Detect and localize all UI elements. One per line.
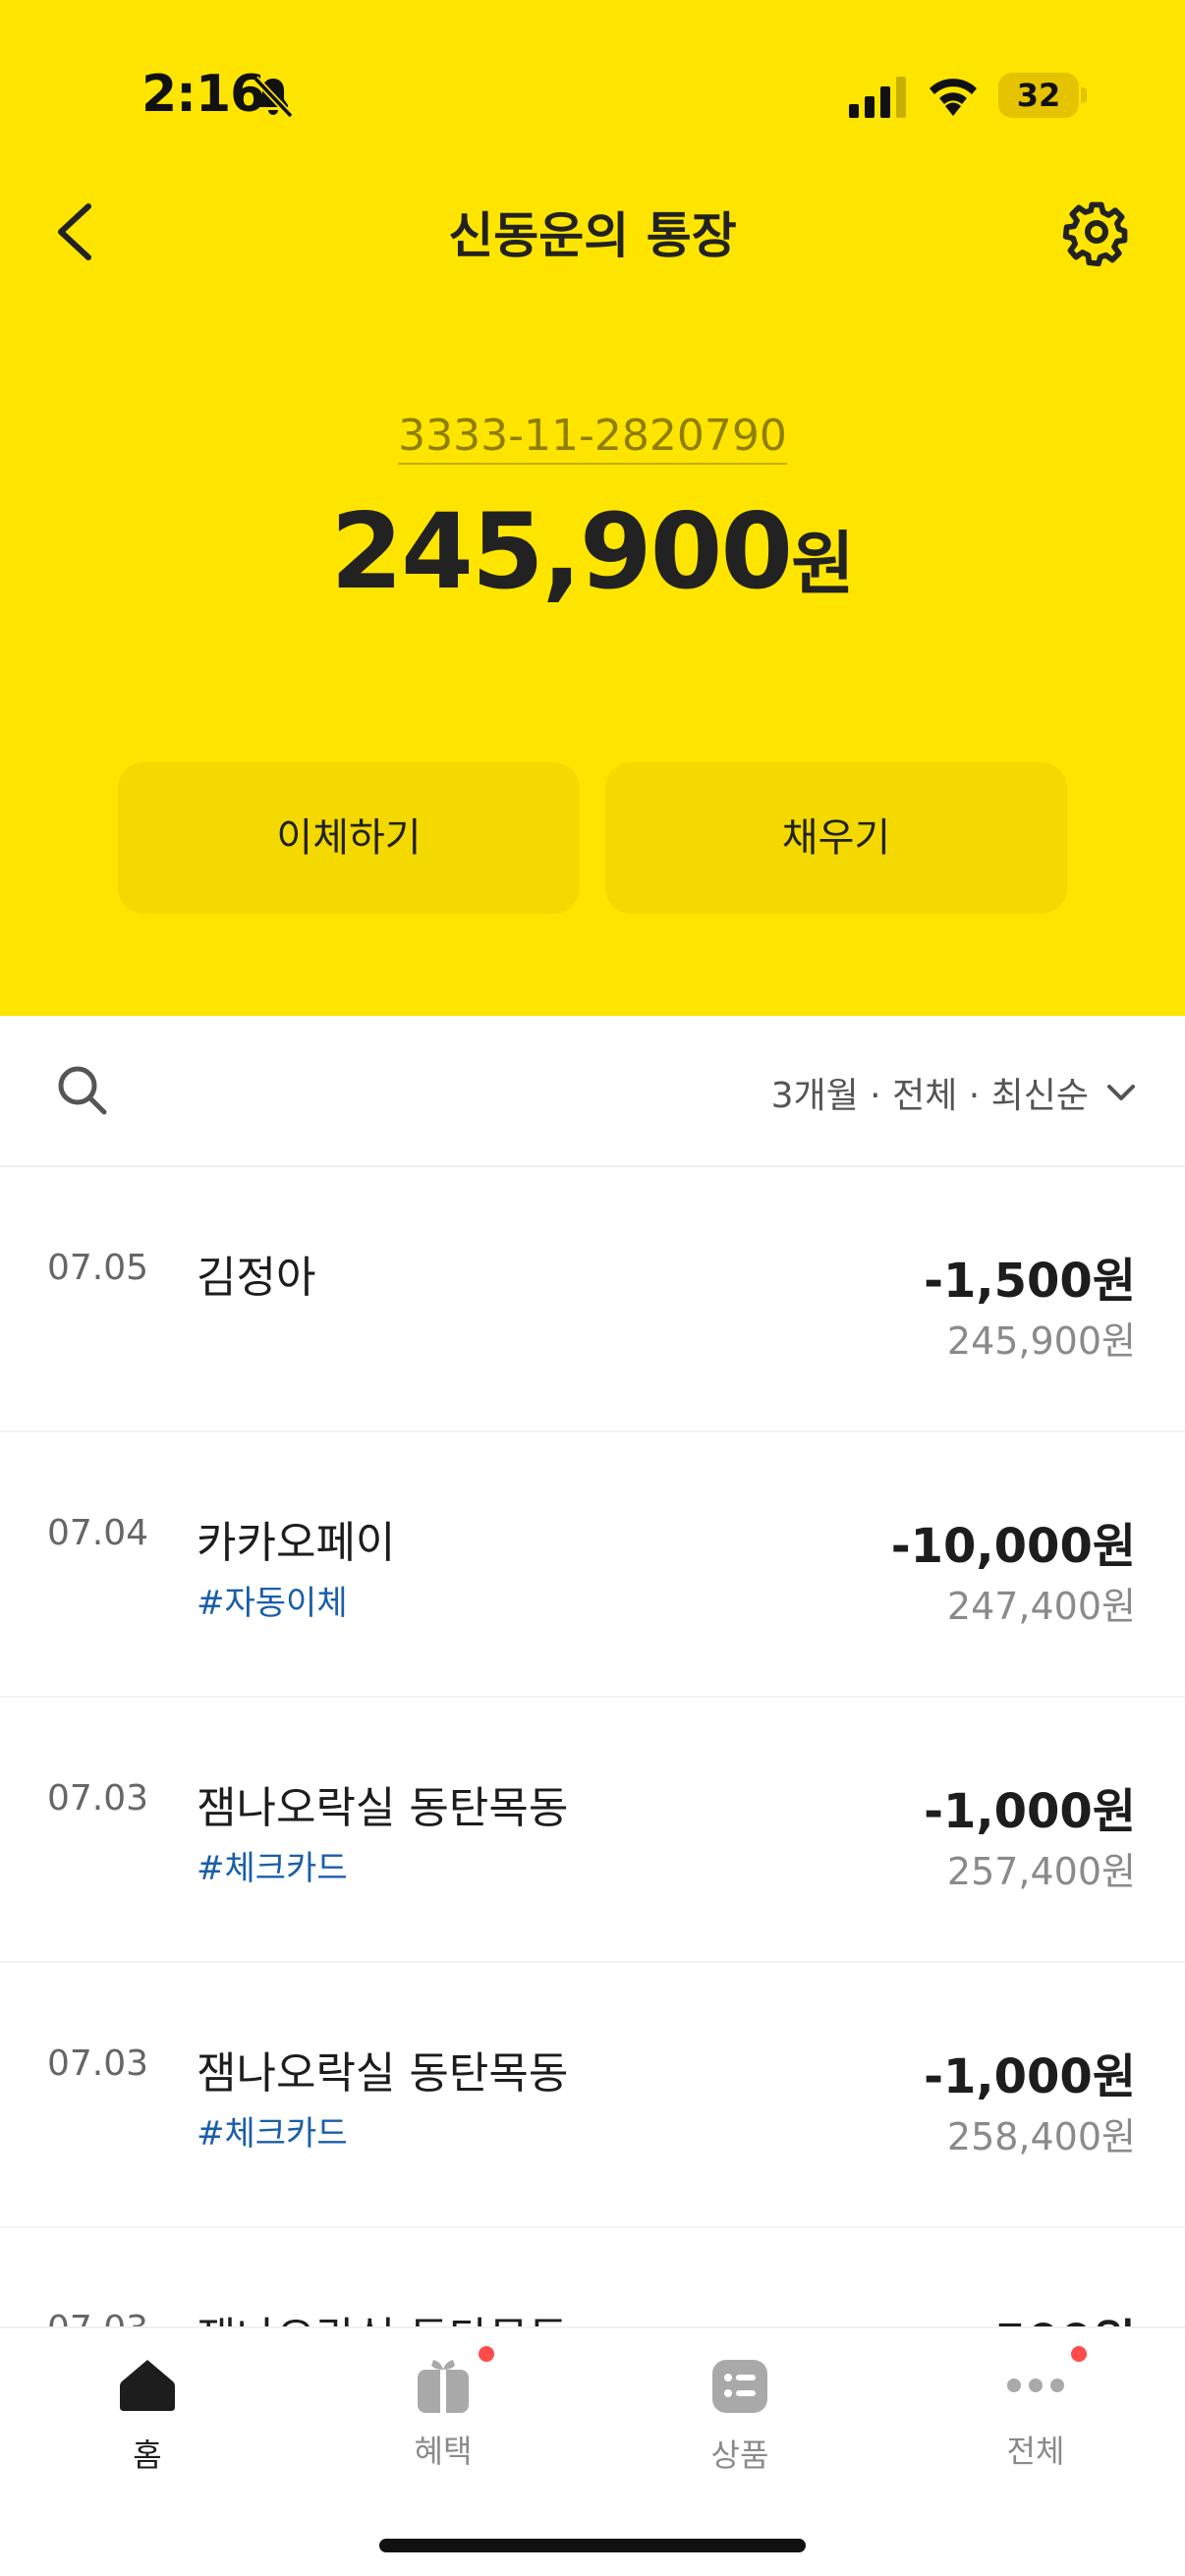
gift-icon xyxy=(418,2360,469,2413)
battery-cap xyxy=(1081,87,1087,103)
bottom-tab-bar: 홈 혜택 상품 전체 xyxy=(0,2326,1185,2576)
tab-all[interactable]: 전체 xyxy=(937,2346,1134,2482)
more-icon-wrapper xyxy=(1004,2346,1087,2417)
transaction-name: 김정아 xyxy=(197,1253,316,1303)
transaction-tag: #체크카드 xyxy=(197,2114,348,2154)
chevron-left-icon[interactable] xyxy=(47,193,106,271)
transaction-name: 잼나오락실 동탄목동 xyxy=(197,2048,569,2099)
balance-after-transaction: 247,400원 xyxy=(946,1585,1136,1628)
filter-label: 3개월 · 전체 · 최신순 xyxy=(770,1076,1089,1116)
balance-after-transaction: 245,900원 xyxy=(946,1319,1136,1363)
page-title: 신동운의 통장 xyxy=(448,207,737,264)
transaction-date: 07.03 xyxy=(47,1778,149,1819)
tab-label: 상품 xyxy=(710,2436,769,2474)
transaction-list: 07.05 김정아 -1,500원 245,900원 07.04 카카오페이 #… xyxy=(0,1167,1185,2493)
transaction-name: 카카오페이 xyxy=(197,1518,396,1568)
tab-products[interactable]: 상품 xyxy=(642,2354,838,2482)
home-icon xyxy=(120,2360,175,2411)
tab-label: 전체 xyxy=(1006,2433,1065,2470)
tab-home[interactable]: 홈 xyxy=(49,2354,246,2482)
transaction-row[interactable]: 07.03 잼나오락실 동탄목동 #체크카드 -1,000원 258,400원 xyxy=(0,1963,1185,2228)
transaction-amount: -1,000원 xyxy=(924,1784,1136,1839)
product-list-icon xyxy=(712,2360,767,2413)
transaction-name: 잼나오락실 동탄목동 xyxy=(197,1783,569,1833)
transaction-tag: #체크카드 xyxy=(197,1849,348,1888)
account-header-panel: 2:16 32 신동운의 통장 3333-11-2820790 245,900원… xyxy=(0,0,1185,1016)
transaction-tag: #자동이체 xyxy=(197,1584,348,1623)
transaction-row[interactable]: 07.03 잼나오락실 동탄목동 #체크카드 -1,000원 257,400원 xyxy=(0,1698,1185,1963)
transaction-row[interactable]: 07.04 카카오페이 #자동이체 -10,000원 247,400원 xyxy=(0,1432,1185,1698)
period-filter-dropdown[interactable]: 3개월 · 전체 · 최신순 xyxy=(771,1065,1138,1120)
fill-button[interactable]: 채우기 xyxy=(605,762,1067,914)
tab-label: 혜택 xyxy=(414,2433,473,2470)
chevron-down-icon xyxy=(1107,1085,1135,1100)
transaction-filter-bar: 3개월 · 전체 · 최신순 xyxy=(0,1016,1185,1167)
tab-label: 홈 xyxy=(133,2436,162,2474)
transaction-amount: -1,500원 xyxy=(924,1254,1136,1309)
account-number-text: 3333-11-2820790 xyxy=(398,411,787,465)
transaction-amount: -1,000원 xyxy=(924,2049,1136,2104)
account-detail-screen: 2:16 32 신동운의 통장 3333-11-2820790 245,900원… xyxy=(0,0,1185,2576)
tab-benefits[interactable]: 혜택 xyxy=(345,2346,541,2482)
more-dots-icon xyxy=(1007,2379,1064,2392)
balance-after-transaction: 258,400원 xyxy=(946,2115,1136,2158)
status-bar: 2:16 32 xyxy=(0,0,1185,187)
account-number[interactable]: 3333-11-2820790 xyxy=(298,411,887,465)
balance-amount: 245,900 xyxy=(330,491,793,612)
battery-indicator: 32 xyxy=(998,73,1079,118)
transaction-row[interactable]: 07.05 김정아 -1,500원 245,900원 xyxy=(0,1167,1185,1432)
gear-icon[interactable] xyxy=(1059,195,1134,269)
balance-unit: 원 xyxy=(791,524,855,604)
search-icon[interactable] xyxy=(55,1063,110,1118)
balance-after-transaction: 257,400원 xyxy=(946,1850,1136,1893)
account-balance: 245,900원 xyxy=(199,491,986,612)
status-time: 2:16 xyxy=(141,65,265,124)
transfer-button[interactable]: 이체하기 xyxy=(118,762,580,914)
transaction-date: 07.04 xyxy=(47,1513,149,1553)
notification-badge xyxy=(479,2346,494,2362)
gift-icon-wrapper xyxy=(412,2346,494,2417)
transaction-amount: -10,000원 xyxy=(890,1519,1136,1574)
transaction-date: 07.03 xyxy=(47,2044,149,2084)
home-indicator xyxy=(379,2539,806,2552)
bell-off-icon xyxy=(253,76,294,119)
wifi-icon xyxy=(930,79,977,116)
transaction-date: 07.05 xyxy=(47,1248,149,1288)
battery-level: 32 xyxy=(1016,77,1061,114)
notification-badge xyxy=(1071,2346,1087,2362)
cellular-signal-icon xyxy=(849,77,906,118)
